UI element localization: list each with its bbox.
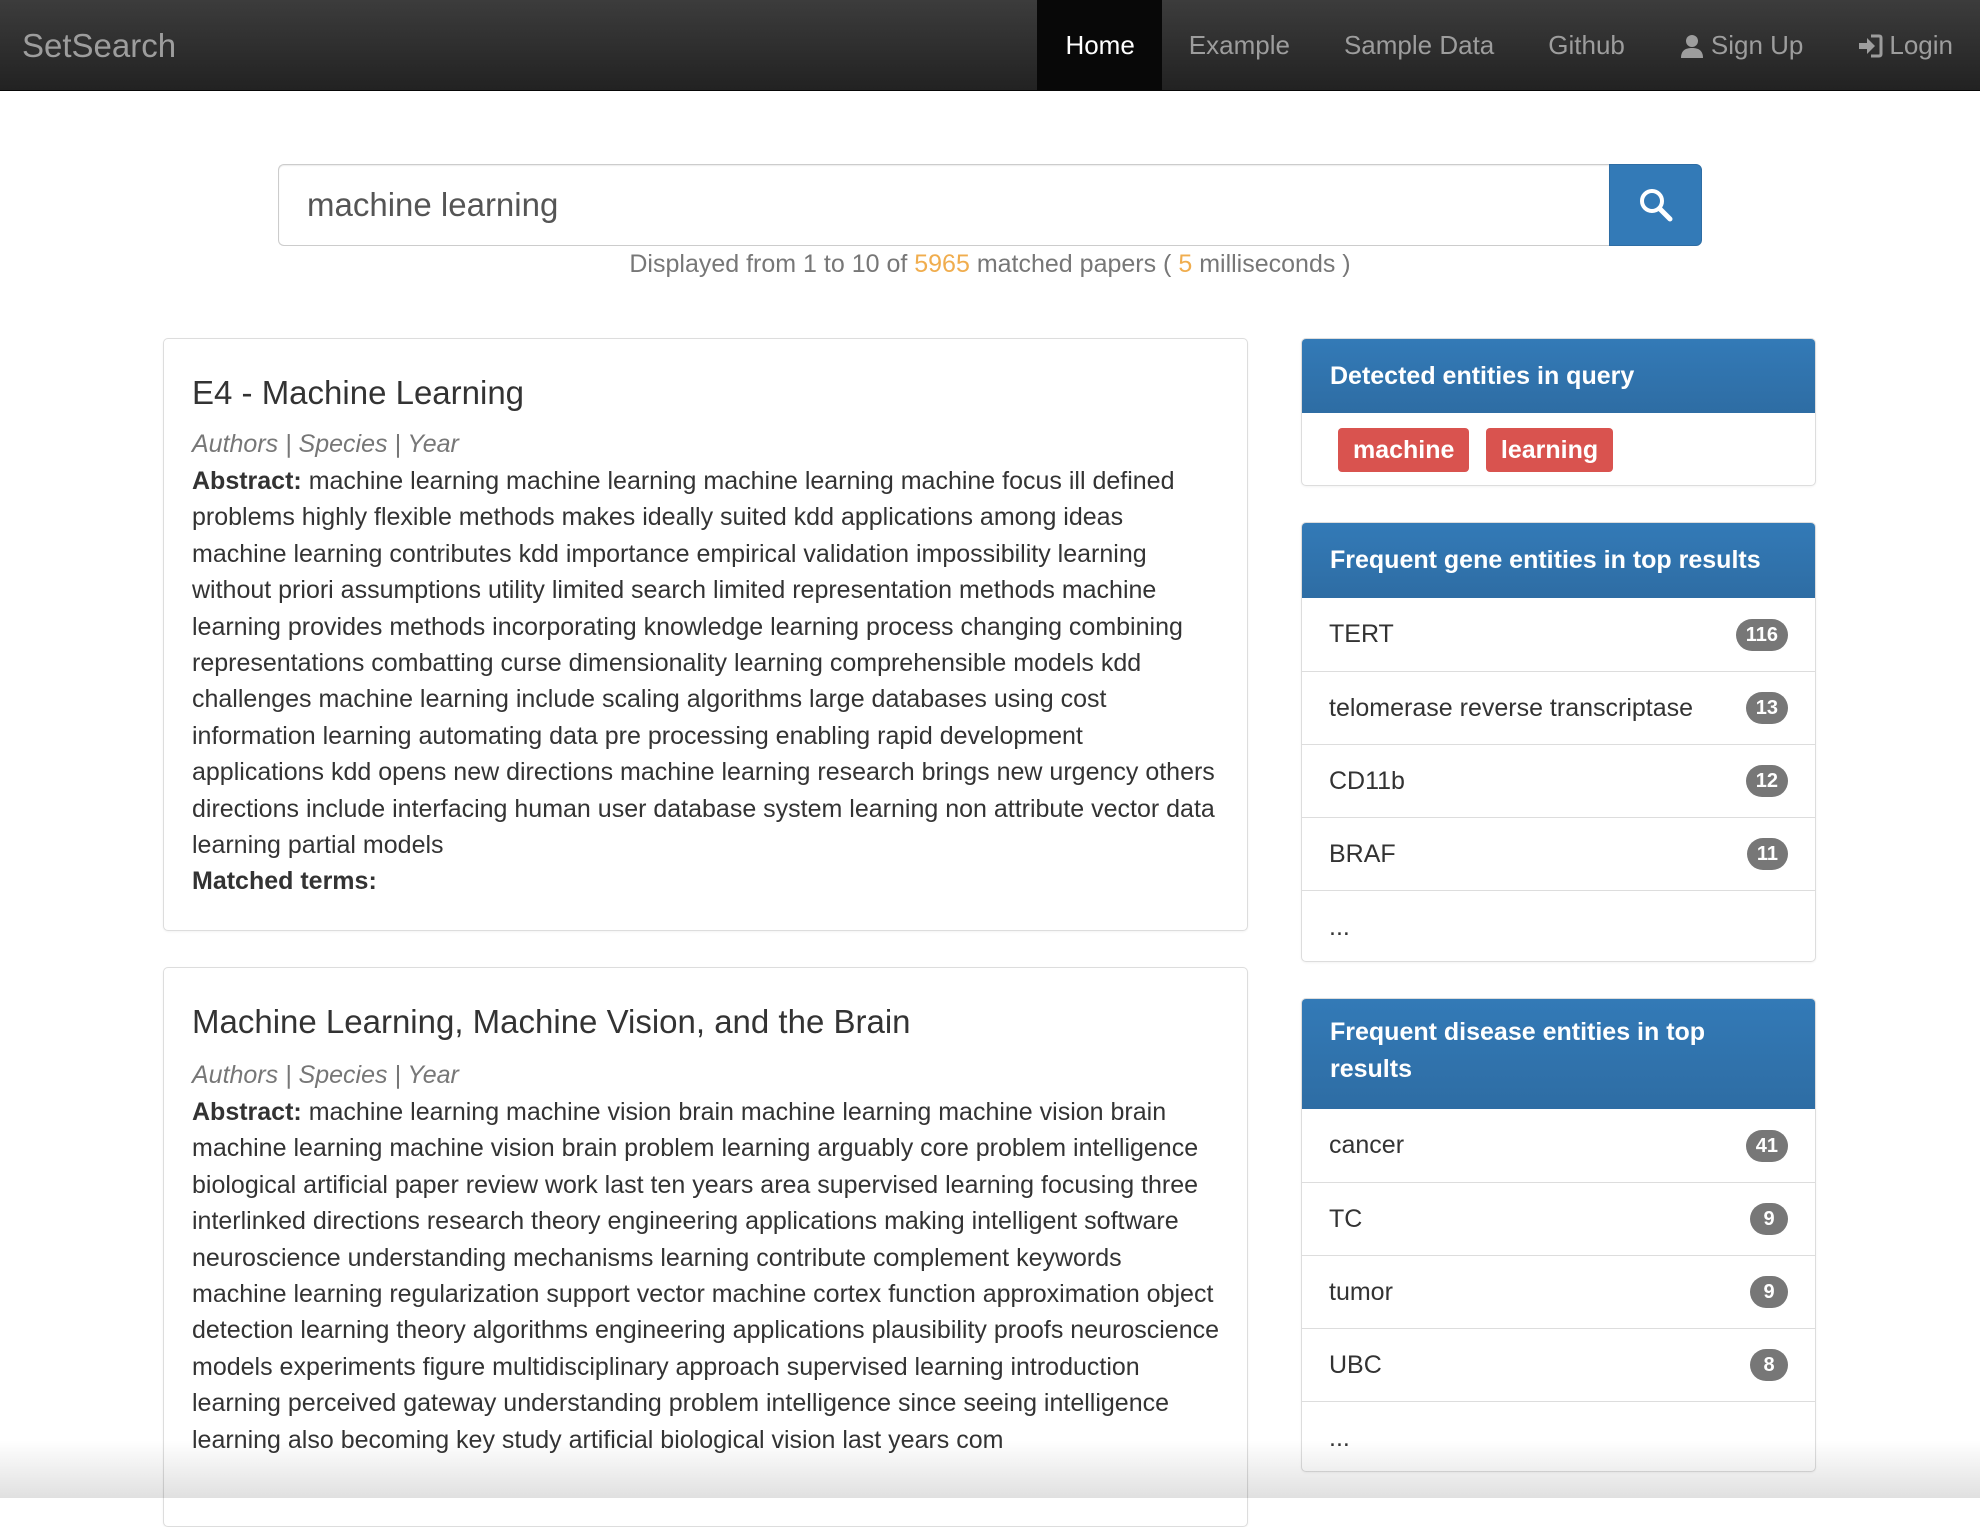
list-item[interactable]: CD11b 12 <box>1302 744 1815 817</box>
more-text: ... <box>1329 912 1350 941</box>
panel-heading: Detected entities in query <box>1302 339 1815 413</box>
count-badge: 116 <box>1735 618 1788 651</box>
nav-menu: Home Example Sample Data Github Sign Up … <box>1037 0 1980 91</box>
entity-name: CD11b <box>1329 766 1405 795</box>
nav-item-label: Sign Up <box>1710 30 1804 60</box>
list-item[interactable]: telomerase reverse transcriptase 13 <box>1302 671 1815 744</box>
entity-name: BRAF <box>1329 839 1396 868</box>
result-abstract: Abstract: machine learning machine visio… <box>192 1094 1219 1458</box>
result-card: E4 - Machine Learning Authors | Species … <box>163 338 1248 931</box>
list-item[interactable]: TERT 116 <box>1302 598 1815 671</box>
nav-item-sign-up[interactable]: Sign Up <box>1652 0 1831 91</box>
navbar: SetSearch Home Example Sample Data Githu… <box>0 0 1980 91</box>
entity-name: TC <box>1329 1204 1363 1233</box>
entity-label[interactable]: machine <box>1338 428 1470 472</box>
search-status: Displayed from 1 to 10 of 5965 matched p… <box>0 250 1980 279</box>
abstract-text: machine learning machine vision brain ma… <box>192 1098 1220 1454</box>
more-text: ... <box>1329 1423 1350 1452</box>
abstract-label: Abstract: <box>192 467 302 495</box>
nav-item-label: Github <box>1548 30 1625 60</box>
panel-heading-line: Frequent disease entities in top <box>1330 1018 1706 1046</box>
result-title[interactable]: Machine Learning, Machine Vision, and th… <box>192 1003 1219 1041</box>
matched-label: Matched terms: <box>192 867 377 896</box>
count-badge: 9 <box>1750 1203 1788 1235</box>
result-abstract: Abstract: machine learning machine learn… <box>192 463 1219 863</box>
result-card: Machine Learning, Machine Vision, and th… <box>163 967 1248 1527</box>
user-icon <box>1680 34 1703 58</box>
result-meta: Authors | Species | Year <box>192 430 459 458</box>
panel-heading: Frequent gene entities in top results <box>1302 523 1815 598</box>
entity-name: telomerase reverse transcriptase <box>1329 693 1694 722</box>
count-badge: 11 <box>1746 838 1788 870</box>
nav-item-label: Example <box>1188 30 1290 60</box>
list-item[interactable]: TC 9 <box>1302 1182 1815 1255</box>
query-entities-panel: Detected entities in query machine learn… <box>1301 338 1816 486</box>
list-item[interactable]: tumor 9 <box>1302 1255 1815 1328</box>
brand-logo[interactable]: SetSearch <box>22 0 176 91</box>
entity-name: cancer <box>1329 1131 1405 1159</box>
nav-item-label: Login <box>1889 30 1953 60</box>
panel-heading: Frequent disease entities in top results <box>1302 999 1815 1109</box>
count-badge: 13 <box>1745 692 1788 724</box>
entity-name: TERT <box>1329 620 1394 648</box>
count-badge: 41 <box>1745 1129 1788 1162</box>
gene-entities-panel: Frequent gene entities in top results TE… <box>1301 522 1816 962</box>
nav-item-example[interactable]: Example <box>1162 0 1317 91</box>
count-badge: 12 <box>1745 765 1788 797</box>
status-prefix: Displayed from 1 to 10 of <box>629 250 908 278</box>
panel-heading-line: results <box>1330 1055 1412 1083</box>
login-icon <box>1859 34 1883 57</box>
nav-item-home[interactable]: Home <box>1037 0 1162 91</box>
result-title[interactable]: E4 - Machine Learning <box>192 374 1219 412</box>
abstract-text: machine learning machine learning machin… <box>192 467 1215 860</box>
list-item[interactable]: cancer 41 <box>1302 1109 1815 1182</box>
status-middle: matched papers ( <box>976 250 1172 278</box>
nav-item-sample-data[interactable]: Sample Data <box>1317 0 1521 91</box>
disease-entities-panel: Frequent disease entities in top results… <box>1301 998 1816 1472</box>
search-input[interactable] <box>278 164 1609 246</box>
entity-name: UBC <box>1329 1350 1382 1379</box>
count-badge: 9 <box>1750 1276 1788 1308</box>
nav-item-login[interactable]: Login <box>1830 0 1980 91</box>
query-time: 5 <box>1178 250 1193 278</box>
match-count: 5965 <box>914 250 970 278</box>
entity-labels: machine learning <box>1302 413 1815 485</box>
nav-item-label: Home <box>1065 30 1135 60</box>
list-item-more[interactable]: ... <box>1302 890 1815 961</box>
result-meta: Authors | Species | Year <box>192 1061 459 1089</box>
gene-list: TERT 116 telomerase reverse transcriptas… <box>1302 598 1815 961</box>
list-item-more[interactable]: ... <box>1302 1401 1815 1471</box>
matched-terms: Matched terms: <box>192 867 1219 896</box>
entity-name: tumor <box>1329 1277 1393 1306</box>
search-button[interactable] <box>1609 164 1702 246</box>
search-icon <box>1639 189 1672 222</box>
nav-item-label: Sample Data <box>1343 30 1495 60</box>
count-badge: 8 <box>1750 1349 1788 1381</box>
disease-list: cancer 41 TC 9 tumor 9 UBC 8 ... <box>1302 1109 1815 1471</box>
abstract-label: Abstract: <box>192 1098 302 1126</box>
search-bar <box>278 164 1702 246</box>
entity-label[interactable]: learning <box>1485 428 1614 472</box>
status-suffix: milliseconds ) <box>1199 250 1351 278</box>
list-item[interactable]: BRAF 11 <box>1302 817 1815 890</box>
nav-item-github[interactable]: Github <box>1521 0 1652 91</box>
list-item[interactable]: UBC 8 <box>1302 1328 1815 1401</box>
